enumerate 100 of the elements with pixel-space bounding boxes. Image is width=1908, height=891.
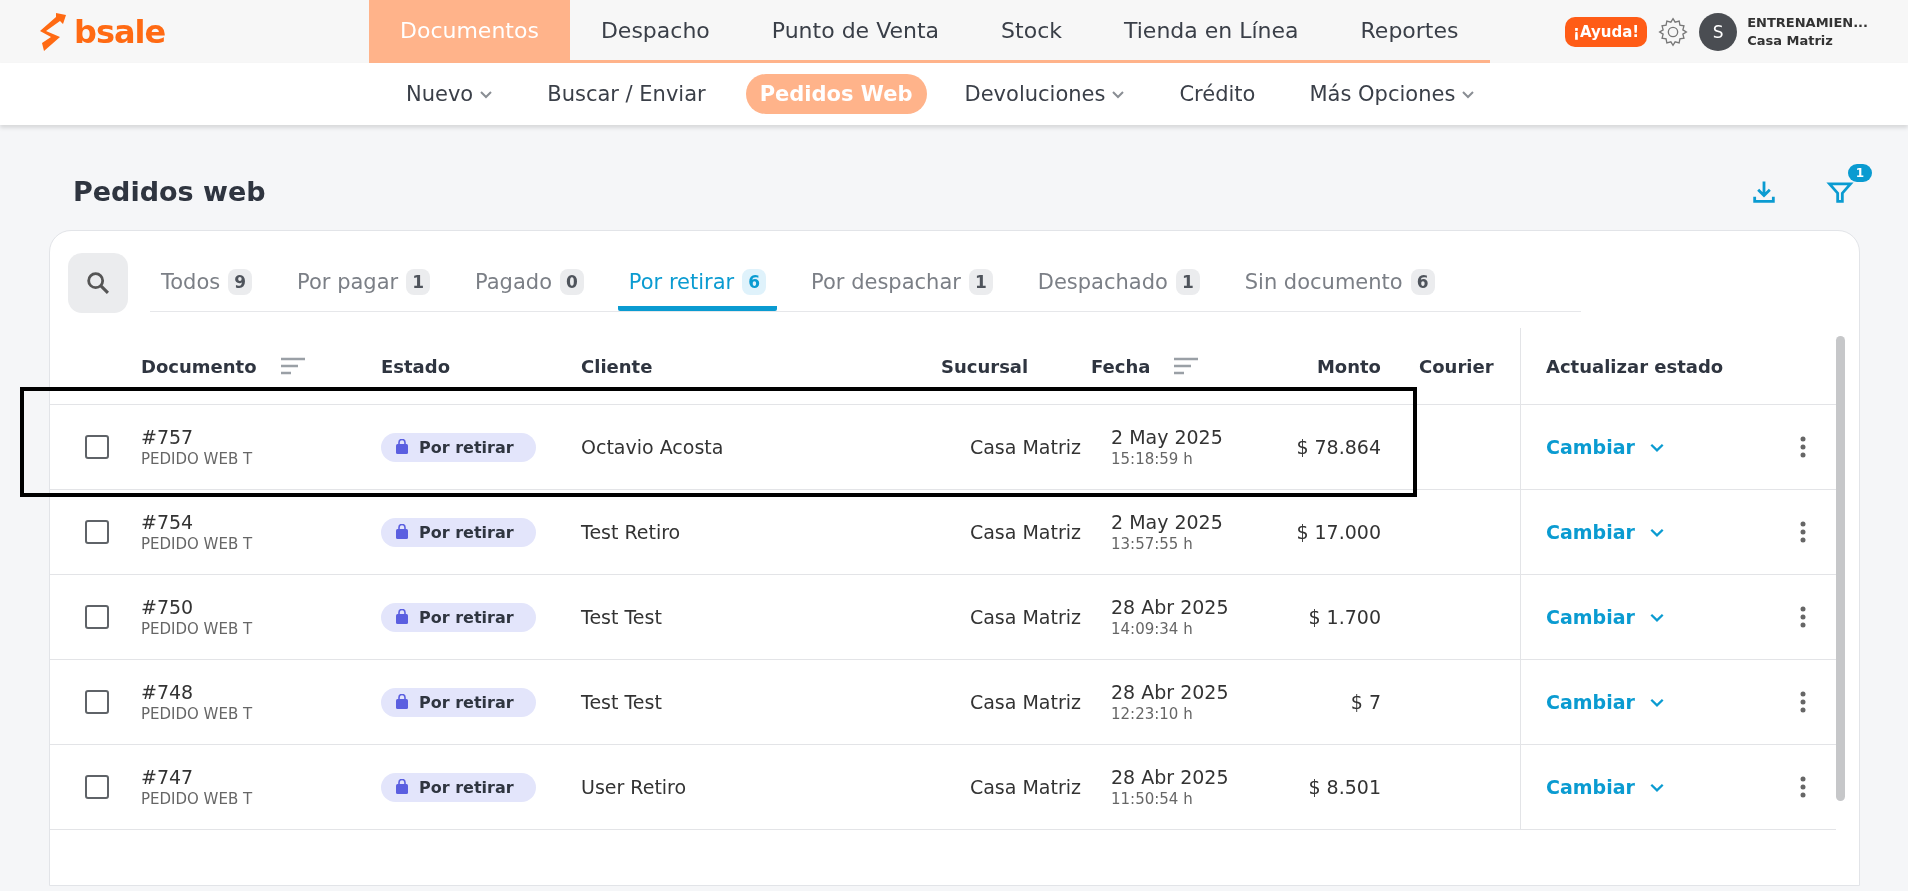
row-checkbox[interactable] [85,435,109,459]
filter-tab[interactable]: Sin documento 6 [1233,259,1446,311]
branch-name: Casa Matriz [968,436,1082,458]
column-header: Estado [381,355,450,377]
branch-name: Casa Matriz [968,691,1082,713]
client-name: Octavio Acosta [581,436,725,458]
row-checkbox[interactable] [85,605,109,629]
branch-name: Casa Matriz [968,521,1082,543]
document-number: #747 [141,766,195,788]
filter-tab[interactable]: Por pagar 1 [286,259,442,311]
filter-tab[interactable]: Pagado 0 [464,259,595,311]
brand-name: bsale [74,12,166,51]
order-time: 11:50:54 h [1111,790,1194,808]
nav-tab[interactable]: Stock [970,0,1093,60]
order-date: 28 Abr 2025 [1111,596,1230,618]
order-amount: $ 17.000 [1295,521,1381,543]
document-number: #748 [141,681,195,703]
subnav-item[interactable]: Nuevo [392,74,508,114]
tab-count: 9 [228,269,253,295]
more-options-button[interactable] [1798,689,1808,715]
document-number: #750 [141,596,195,618]
user-branch: Casa Matriz [1747,33,1834,48]
filter-tab[interactable]: Todos 9 [150,259,264,311]
order-amount: $ 1.700 [1307,606,1381,628]
document-number: #757 [141,426,195,448]
nav-tab[interactable]: Tienda en Línea [1092,0,1330,60]
client-name: Test Test [581,691,663,713]
document-type: PEDIDO WEB T [141,450,254,468]
more-icon [1800,606,1806,628]
order-amount: $ 78.864 [1295,436,1381,458]
sort-icon[interactable] [278,356,307,376]
scrollbar[interactable] [1836,336,1845,801]
status-badge: Por retirar [381,687,536,717]
column-header: Courier [1419,355,1494,377]
user-avatar[interactable]: S [1699,12,1738,51]
row-checkbox[interactable] [85,520,109,544]
filter-tab[interactable]: Por despachar 1 [800,259,1004,311]
logo-icon [38,10,68,53]
more-icon [1800,691,1806,713]
client-name: Test Test [581,606,663,628]
order-date: 2 May 2025 [1111,426,1224,448]
subnav-item[interactable]: Crédito [1165,74,1270,114]
more-options-button[interactable] [1798,519,1808,545]
document-type: PEDIDO WEB T [141,790,254,808]
more-options-button[interactable] [1798,604,1808,630]
tab-count: 1 [406,269,431,295]
filter-tab[interactable]: Despachado 1 [1026,259,1211,311]
bag-icon [395,524,409,540]
order-amount: $ 8.501 [1307,776,1381,798]
tab-count: 1 [1175,269,1200,295]
row-checkbox[interactable] [85,690,109,714]
filter-count-badge: 1 [1847,163,1872,182]
settings-icon[interactable] [1657,15,1690,48]
branch-name: Casa Matriz [968,776,1082,798]
bag-icon [395,609,409,625]
tab-count: 1 [968,269,993,295]
nav-tab[interactable]: Reportes [1329,0,1490,60]
user-name: ENTRENAMIEN... [1747,15,1868,30]
document-type: PEDIDO WEB T [141,620,254,638]
tab-count: 0 [560,269,584,295]
bag-icon [395,694,409,710]
client-name: User Retiro [581,776,688,798]
page-title: Pedidos web [73,176,267,207]
search-button[interactable] [68,253,128,313]
order-date: 2 May 2025 [1111,511,1224,533]
order-time: 12:23:10 h [1111,705,1194,723]
sort-icon[interactable] [1172,356,1201,376]
status-badge: Por retirar [381,517,536,547]
order-time: 14:09:34 h [1111,620,1194,638]
column-header: Monto [1316,355,1381,377]
order-time: 13:57:55 h [1111,535,1194,553]
nav-tab[interactable]: Punto de Venta [740,0,971,60]
row-checkbox[interactable] [85,775,109,799]
order-time: 15:18:59 h [1111,450,1194,468]
document-type: PEDIDO WEB T [141,535,254,553]
column-header: Documento [141,355,257,377]
nav-tab[interactable]: Despacho [569,0,741,60]
order-amount: $ 7 [1349,691,1381,713]
tab-count: 6 [742,269,767,295]
order-date: 28 Abr 2025 [1111,766,1230,788]
search-icon [84,269,112,297]
column-header: Sucursal [941,355,1029,377]
order-date: 28 Abr 2025 [1111,681,1230,703]
column-header: Cliente [581,355,653,377]
more-options-button[interactable] [1798,434,1808,460]
document-type: PEDIDO WEB T [141,705,254,723]
status-badge: Por retirar [381,772,536,802]
document-number: #754 [141,511,195,533]
column-header: Actualizar estado [1546,355,1724,377]
more-icon [1800,776,1806,798]
bag-icon [395,779,409,795]
status-badge: Por retirar [381,432,536,462]
tab-count: 6 [1410,269,1435,295]
subnav-item[interactable]: Buscar / Enviar [533,74,720,114]
subnav-item[interactable]: Más Opciones [1295,74,1490,114]
branch-name: Casa Matriz [968,606,1082,628]
column-header: Fecha [1091,355,1151,377]
client-name: Test Retiro [581,521,682,543]
more-options-button[interactable] [1798,774,1808,800]
subnav-item[interactable]: Devoluciones [950,74,1140,114]
